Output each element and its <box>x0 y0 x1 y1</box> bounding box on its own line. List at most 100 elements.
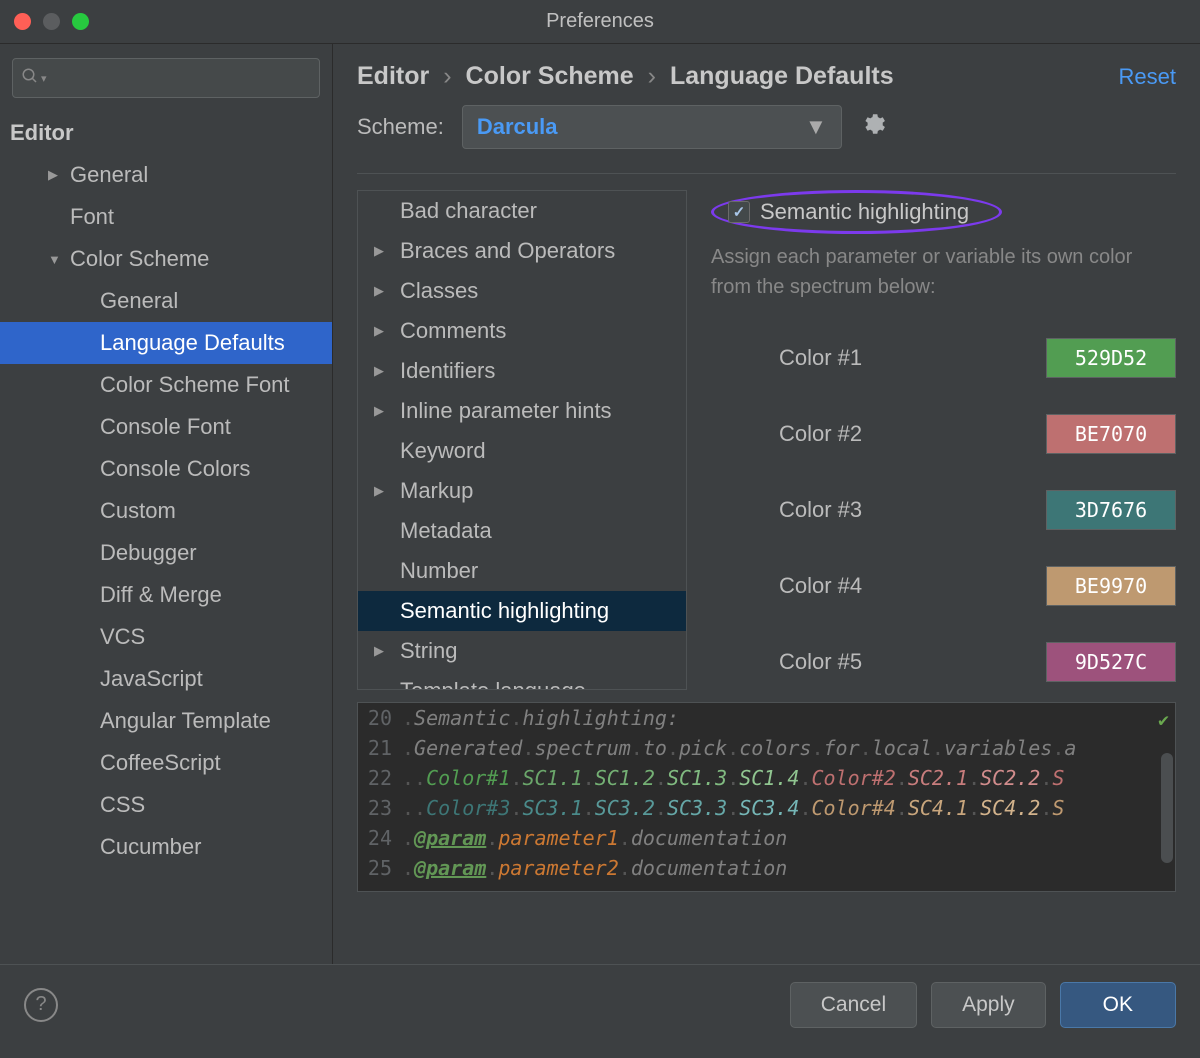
color-label: Color #3 <box>779 497 862 523</box>
tree-item[interactable]: Cucumber <box>0 826 332 868</box>
breadcrumb-editor[interactable]: Editor <box>357 62 429 91</box>
breadcrumb-color-scheme[interactable]: Color Scheme <box>466 62 634 91</box>
tree-arrow-icon: ▶ <box>374 243 400 259</box>
color-row: Color #3 3D7676 <box>711 472 1176 548</box>
tree-arrow-icon: ▶ <box>374 643 400 659</box>
tree-item[interactable]: JavaScript <box>0 658 332 700</box>
close-icon[interactable] <box>14 13 31 30</box>
tree-header-editor[interactable]: Editor <box>0 112 332 154</box>
tree-arrow-icon: ▶ <box>374 483 400 499</box>
tree-item[interactable]: Color Scheme Font <box>0 364 332 406</box>
cancel-button[interactable]: Cancel <box>790 982 917 1028</box>
tree-item-label: CSS <box>100 792 145 818</box>
tree-item-label: Custom <box>100 498 176 524</box>
color-swatch[interactable]: 3D7676 <box>1046 490 1176 530</box>
minimize-icon[interactable] <box>43 13 60 30</box>
tree-item[interactable]: ▼Color Scheme <box>0 238 332 280</box>
search-input[interactable]: ▾ <box>12 58 320 98</box>
color-row: Color #2BE7070 <box>711 396 1176 472</box>
color-swatch[interactable]: 529D52 <box>1046 338 1176 378</box>
attribute-item[interactable]: ▶String <box>358 631 686 671</box>
attribute-item[interactable]: ▶Inline parameter hints <box>358 391 686 431</box>
settings-panel: ✓ Semantic highlighting Assign each para… <box>711 190 1176 700</box>
gutter: 21 <box>358 733 402 763</box>
attribute-item[interactable]: ▶Identifiers <box>358 351 686 391</box>
settings-tree: Editor ▶GeneralFont▼Color SchemeGeneralL… <box>0 108 332 964</box>
tree-item[interactable]: Angular Template <box>0 700 332 742</box>
apply-button[interactable]: Apply <box>931 982 1046 1028</box>
tree-item[interactable]: General <box>0 280 332 322</box>
tree-item-label: Color Scheme Font <box>100 372 290 398</box>
color-swatch[interactable]: 9D527C <box>1046 642 1176 682</box>
scheme-select[interactable]: Darcula ▼ <box>462 105 842 149</box>
tree-item[interactable]: Console Font <box>0 406 332 448</box>
attribute-list[interactable]: Bad character▶Braces and Operators▶Class… <box>357 190 687 690</box>
search-icon <box>21 67 39 90</box>
color-swatch[interactable]: BE9970 <box>1046 566 1176 606</box>
scheme-row: Scheme: Darcula ▼ <box>357 105 1176 174</box>
attribute-item[interactable]: ▶Classes <box>358 271 686 311</box>
scrollbar[interactable] <box>1161 753 1173 863</box>
gear-icon[interactable] <box>860 111 886 143</box>
attribute-item-label: Braces and Operators <box>400 238 615 264</box>
ok-button[interactable]: OK <box>1060 982 1176 1028</box>
attribute-item-label: Comments <box>400 318 506 344</box>
color-label: Color #5 <box>779 649 862 675</box>
tree-item[interactable]: Language Defaults <box>0 322 332 364</box>
tree-item[interactable]: CSS <box>0 784 332 826</box>
tree-arrow-icon: ▼ <box>48 252 70 267</box>
attribute-item[interactable]: ▶Comments <box>358 311 686 351</box>
color-row: Color #4 BE9970 <box>711 548 1176 624</box>
color-label: Color #4 <box>779 573 862 599</box>
tree-arrow-icon: ▶ <box>48 167 70 183</box>
chevron-down-icon: ▼ <box>805 114 827 140</box>
main-container: ▾ Editor ▶GeneralFont▼Color SchemeGenera… <box>0 44 1200 964</box>
attribute-item[interactable]: Semantic highlighting <box>358 591 686 631</box>
color-row: Color #5 9D527C <box>711 624 1176 700</box>
window-title: Preferences <box>546 10 654 33</box>
gutter: 25 <box>358 853 402 883</box>
tree-item[interactable]: Console Colors <box>0 448 332 490</box>
scheme-label: Scheme: <box>357 114 444 140</box>
chevron-down-icon: ▾ <box>41 72 47 85</box>
tree-item[interactable]: Debugger <box>0 532 332 574</box>
breadcrumb: Editor › Color Scheme › Language Default… <box>357 44 1176 105</box>
attribute-item[interactable]: Bad character <box>358 191 686 231</box>
checkbox-icon[interactable]: ✓ <box>728 201 750 223</box>
tree-item[interactable]: VCS <box>0 616 332 658</box>
code-preview[interactable]: ✔ 20.Semantic.highlighting: 21.Generated… <box>357 702 1176 892</box>
tree-item-label: JavaScript <box>100 666 203 692</box>
tree-item[interactable]: CoffeeScript <box>0 742 332 784</box>
gutter: 22 <box>358 763 402 793</box>
attribute-item-label: Number <box>400 558 478 584</box>
attribute-item[interactable]: Metadata <box>358 511 686 551</box>
attribute-item[interactable]: ▶Markup <box>358 471 686 511</box>
attribute-item-label: String <box>400 638 457 664</box>
attribute-item-label: Bad character <box>400 198 537 224</box>
attribute-item[interactable]: Keyword <box>358 431 686 471</box>
tree-item[interactable]: Custom <box>0 490 332 532</box>
attribute-item-label: Inline parameter hints <box>400 398 612 424</box>
maximize-icon[interactable] <box>72 13 89 30</box>
tree-item-label: Debugger <box>100 540 197 566</box>
gutter: 20 <box>358 703 402 733</box>
attribute-item[interactable]: Template language <box>358 671 686 690</box>
color-list: Color #1529D52Color #2BE7070Color #33D76… <box>711 320 1176 700</box>
checkbox-label: Semantic highlighting <box>760 199 969 225</box>
footer: ? Cancel Apply OK <box>0 964 1200 1044</box>
color-swatch[interactable]: BE7070 <box>1046 414 1176 454</box>
scheme-value: Darcula <box>477 114 558 140</box>
tree-item[interactable]: Font <box>0 196 332 238</box>
tree-item-label: Cucumber <box>100 834 201 860</box>
tree-item[interactable]: ▶General <box>0 154 332 196</box>
help-button[interactable]: ? <box>24 988 58 1022</box>
attribute-item[interactable]: Number <box>358 551 686 591</box>
tree-arrow-icon: ▶ <box>374 363 400 379</box>
tree-item[interactable]: Diff & Merge <box>0 574 332 616</box>
attribute-item[interactable]: ▶Braces and Operators <box>358 231 686 271</box>
tree-item-label: Diff & Merge <box>100 582 222 608</box>
tree-item-label: Angular Template <box>100 708 271 734</box>
sidebar: ▾ Editor ▶GeneralFont▼Color SchemeGenera… <box>0 44 333 964</box>
semantic-highlighting-checkbox-row[interactable]: ✓ Semantic highlighting <box>711 190 1002 234</box>
reset-link[interactable]: Reset <box>1119 64 1176 90</box>
